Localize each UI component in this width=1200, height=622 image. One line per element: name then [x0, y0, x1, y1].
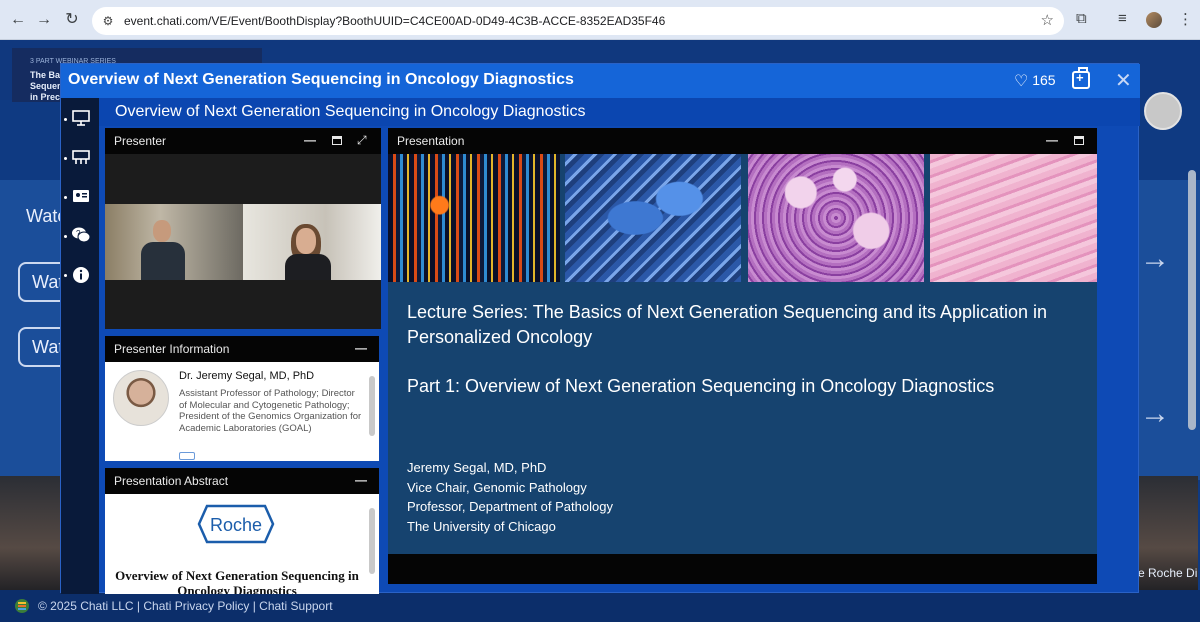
footer: © 2025 Chati LLC | Chati Privacy Policy … — [0, 590, 1200, 622]
presenter-video-area — [105, 154, 381, 329]
slide-series-title: Lecture Series: The Basics of Next Gener… — [407, 302, 1048, 347]
dna-helix-image — [565, 154, 741, 282]
content-title: Overview of Next Generation Sequencing i… — [115, 103, 586, 120]
maximize-icon[interactable] — [1074, 136, 1084, 145]
forward-icon[interactable]: → — [34, 10, 54, 30]
minimize-icon[interactable]: — — [1046, 133, 1058, 147]
presenter-title: Assistant Professor of Pathology; Direct… — [179, 388, 362, 434]
slide-author-line: Jeremy Segal, MD, PhD — [407, 460, 547, 475]
tissue-image — [930, 154, 1097, 282]
sessions-icon[interactable] — [70, 148, 92, 170]
site-info-icon[interactable]: ⚙ — [100, 13, 116, 29]
presenter-panel-title: Presenter — [114, 134, 167, 148]
sidebar-dot — [64, 196, 67, 199]
like-button[interactable]: ♡ 165 — [1014, 71, 1056, 91]
presenter-video[interactable] — [105, 204, 381, 280]
maximize-icon[interactable] — [332, 136, 342, 145]
close-icon[interactable]: ✕ — [1115, 68, 1132, 93]
minimize-icon[interactable]: — — [355, 473, 367, 487]
chevron-right-icon[interactable]: → — [1140, 242, 1170, 276]
modal-title: Overview of Next Generation Sequencing i… — [68, 71, 574, 88]
browser-toolbar: ← → ↻ ⚙ event.chati.com/VE/Event/BoothDi… — [0, 0, 1200, 40]
watch-button-label: Wat — [32, 337, 64, 357]
user-avatar[interactable] — [1144, 92, 1182, 130]
presenter-avatar — [113, 370, 169, 426]
roche-logo: Roche — [197, 504, 275, 544]
slide-author-block: Jeremy Segal, MD, PhD Vice Chair, Genomi… — [407, 458, 613, 536]
roche-caption: e Roche Di — [1138, 566, 1198, 580]
presenter-person — [141, 220, 185, 280]
slide-author-line: Vice Chair, Genomic Pathology — [407, 479, 587, 495]
sidebar-dot — [64, 235, 67, 238]
abstract-body: Roche Overview of Next Generation Sequen… — [105, 494, 379, 594]
address-bar[interactable]: ⚙ event.chati.com/VE/Event/BoothDisplay?… — [92, 7, 1064, 35]
tissue-image — [748, 154, 924, 282]
host-person — [281, 224, 335, 280]
chati-logo-icon — [15, 599, 29, 613]
star-icon[interactable]: ☆ — [1041, 11, 1054, 29]
presenter-info-body: Dr. Jeremy Segal, MD, PhD Assistant Prof… — [105, 362, 379, 461]
presentation-panel-header: Presentation — — [388, 128, 1097, 154]
slide-author-line: The University of Chicago — [407, 518, 556, 534]
watch-button-label: Wat — [32, 272, 64, 292]
abstract-title-label: Presentation Abstract — [114, 474, 229, 488]
presenter-info-title: Presenter Information — [114, 342, 230, 356]
contact-card-icon[interactable] — [179, 452, 195, 460]
slide-part-title: Part 1: Overview of Next Generation Sequ… — [407, 376, 995, 396]
profile-avatar[interactable] — [1146, 12, 1162, 28]
url-text: event.chati.com/VE/Event/BoothDisplay?Bo… — [124, 14, 666, 28]
sequencing-image — [388, 154, 560, 282]
presentation-slide[interactable]: Lecture Series: The Basics of Next Gener… — [388, 154, 1097, 554]
chevron-right-icon[interactable]: → — [1140, 397, 1170, 431]
info-icon[interactable] — [70, 266, 92, 288]
contact-card-icon[interactable] — [70, 187, 92, 209]
presenter-name: Dr. Jeremy Segal, MD, PhD — [179, 370, 315, 382]
svg-text:Roche: Roche — [210, 515, 262, 535]
abstract-document-title: Overview of Next Generation Sequencing i… — [115, 568, 359, 594]
svg-text:?: ? — [76, 229, 81, 238]
media-icon[interactable]: ≡ — [1118, 10, 1127, 27]
like-count: 165 — [1032, 72, 1056, 88]
abstract-scrollbar[interactable] — [369, 508, 375, 574]
presenter-panel-header: Presenter — ⤢ — [105, 128, 381, 154]
info-scrollbar[interactable] — [369, 376, 375, 436]
reload-icon[interactable]: ↻ — [62, 10, 82, 30]
modal-title-bar: Overview of Next Generation Sequencing i… — [61, 64, 1140, 98]
sidebar-active-dot — [64, 118, 67, 121]
heart-icon: ♡ — [1014, 73, 1029, 90]
presentation-panel-title: Presentation — [397, 134, 465, 148]
modal-sidebar: ? — [61, 98, 99, 594]
minimize-icon[interactable]: — — [355, 341, 367, 355]
audience-image — [0, 476, 60, 596]
slide-author-line: Professor, Department of Pathology — [407, 499, 613, 514]
presentation-icon[interactable] — [70, 109, 92, 131]
booth-modal: Overview of Next Generation Sequencing i… — [60, 63, 1140, 594]
video-feed-left — [105, 204, 243, 280]
sidebar-dot — [64, 157, 67, 160]
expand-icon[interactable]: ⤢ — [357, 133, 367, 148]
presenter-info-header: Presenter Information — — [105, 336, 379, 362]
content-title-bar: Overview of Next Generation Sequencing i… — [99, 98, 1140, 126]
menu-icon[interactable]: ⋮ — [1178, 10, 1193, 28]
footer-links[interactable]: © 2025 Chati LLC | Chati Privacy Policy … — [38, 599, 333, 613]
extensions-icon[interactable]: ⧉ — [1076, 10, 1087, 27]
back-icon[interactable]: ← — [8, 10, 28, 30]
chat-icon[interactable]: ? — [70, 226, 92, 248]
sidebar-dot — [64, 274, 67, 277]
page-scrollbar[interactable] — [1188, 170, 1196, 430]
abstract-header: Presentation Abstract — — [105, 468, 379, 494]
briefcase-icon[interactable] — [1072, 67, 1090, 89]
minimize-icon[interactable]: — — [304, 133, 316, 147]
presentation-controls — [388, 554, 1097, 584]
